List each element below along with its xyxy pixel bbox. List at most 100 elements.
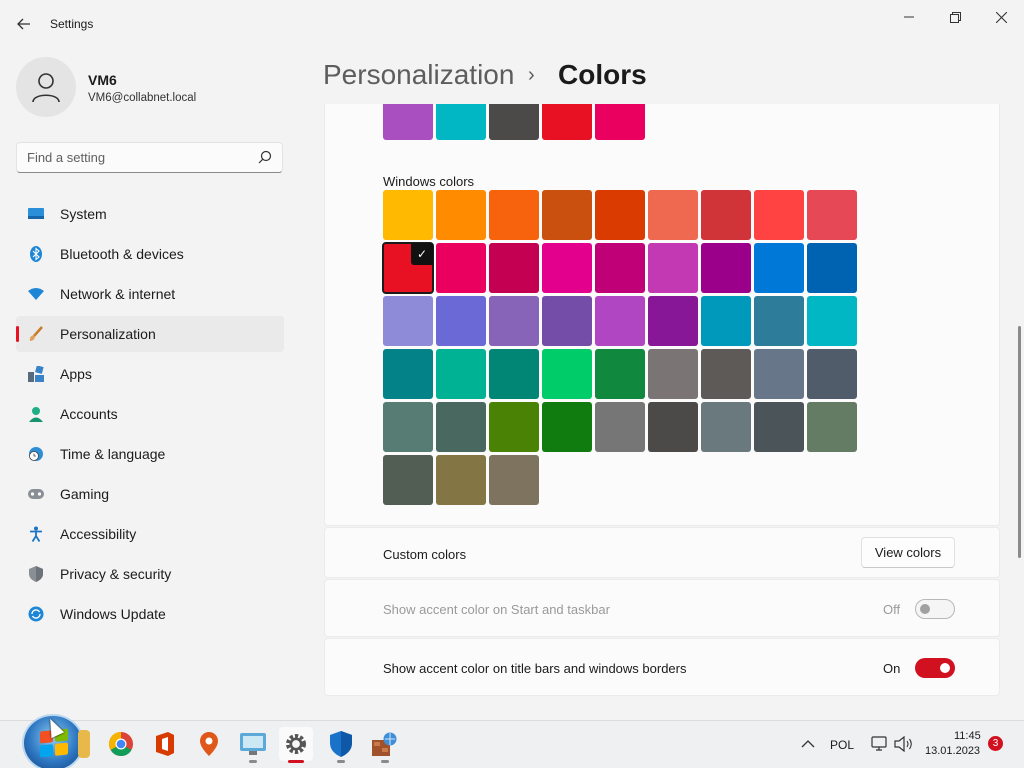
color-swatch-selected[interactable]: ✓ [382, 242, 434, 294]
color-swatch[interactable] [489, 402, 539, 452]
color-swatch[interactable] [489, 190, 539, 240]
recent-color-swatch[interactable] [383, 104, 433, 140]
monitor-icon [28, 206, 44, 222]
color-swatch[interactable] [595, 349, 645, 399]
color-swatch[interactable] [436, 190, 486, 240]
color-swatch[interactable] [383, 190, 433, 240]
minimize-button[interactable] [886, 6, 932, 28]
color-swatch[interactable] [807, 402, 857, 452]
color-swatch[interactable] [595, 190, 645, 240]
color-swatch[interactable] [648, 349, 698, 399]
color-swatch[interactable] [701, 349, 751, 399]
sidebar-item-time-language[interactable]: Time & language [16, 436, 284, 472]
recent-color-swatch[interactable] [595, 104, 645, 140]
view-colors-button[interactable]: View colors [861, 537, 955, 568]
color-swatch[interactable] [648, 296, 698, 346]
custom-colors-label: Custom colors [383, 547, 467, 562]
color-swatch[interactable] [595, 402, 645, 452]
back-button[interactable] [10, 12, 38, 36]
color-swatch[interactable] [648, 243, 698, 293]
sidebar-item-apps[interactable]: Apps [16, 356, 284, 392]
sidebar-item-label: Time & language [60, 446, 166, 462]
volume-icon[interactable] [890, 730, 918, 758]
color-swatch[interactable] [701, 190, 751, 240]
color-swatch[interactable] [754, 243, 804, 293]
person-icon [32, 73, 60, 103]
language-indicator[interactable]: POL [830, 738, 854, 752]
scrollbar[interactable] [1018, 326, 1021, 558]
defender-shield-icon[interactable] [327, 730, 355, 758]
sidebar-nav: System Bluetooth & devices Network & int… [16, 196, 284, 636]
color-swatch[interactable] [701, 296, 751, 346]
sidebar-item-accessibility[interactable]: Accessibility [16, 516, 284, 552]
color-swatch[interactable] [489, 243, 539, 293]
color-swatch[interactable] [542, 190, 592, 240]
sidebar-item-personalization[interactable]: Personalization [16, 316, 284, 352]
settings-gear-icon[interactable] [279, 727, 313, 761]
color-swatch[interactable] [754, 402, 804, 452]
search-icon[interactable] [258, 150, 272, 164]
color-swatch[interactable] [807, 243, 857, 293]
color-swatch[interactable] [489, 455, 539, 505]
color-swatch[interactable] [595, 243, 645, 293]
color-swatch[interactable] [754, 296, 804, 346]
color-swatch[interactable] [807, 349, 857, 399]
sidebar-item-windows-update[interactable]: Windows Update [16, 596, 284, 632]
restore-button[interactable] [932, 6, 978, 28]
color-swatch[interactable] [542, 296, 592, 346]
color-swatch[interactable] [436, 296, 486, 346]
sidebar-item-gaming[interactable]: Gaming [16, 476, 284, 512]
sidebar-item-system[interactable]: System [16, 196, 284, 232]
recent-color-swatch[interactable] [542, 104, 592, 140]
clock-time[interactable]: 11:45 [954, 730, 981, 742]
color-swatch[interactable] [701, 402, 751, 452]
network-app-icon[interactable] [371, 730, 399, 758]
color-swatch[interactable] [754, 190, 804, 240]
color-swatch[interactable] [807, 296, 857, 346]
color-swatch[interactable] [383, 402, 433, 452]
color-swatch[interactable] [436, 243, 486, 293]
breadcrumb-parent[interactable]: Personalization [323, 59, 514, 91]
sidebar-item-privacy[interactable]: Privacy & security [16, 556, 284, 592]
remote-desktop-icon[interactable] [239, 730, 267, 758]
color-swatch[interactable] [648, 190, 698, 240]
avatar[interactable] [16, 57, 76, 117]
sync-icon [28, 606, 44, 622]
recent-color-swatch[interactable] [436, 104, 486, 140]
sidebar-item-bluetooth[interactable]: Bluetooth & devices [16, 236, 284, 272]
color-swatch[interactable] [383, 296, 433, 346]
color-swatch[interactable] [807, 190, 857, 240]
color-swatch[interactable] [701, 243, 751, 293]
notification-badge[interactable]: 3 [988, 736, 1003, 751]
color-swatch[interactable] [436, 402, 486, 452]
sidebar-item-label: Accessibility [60, 526, 137, 542]
color-swatch[interactable] [436, 349, 486, 399]
color-swatch[interactable] [542, 243, 592, 293]
color-swatch[interactable] [489, 296, 539, 346]
sidebar-item-label: Network & internet [60, 286, 176, 302]
chevron-up-icon[interactable] [794, 730, 822, 758]
accent-title-bars-row: Show accent color on title bars and wind… [324, 638, 1000, 696]
color-swatch[interactable] [383, 455, 433, 505]
sidebar-item-accounts[interactable]: Accounts [16, 396, 284, 432]
apps-icon [28, 366, 44, 382]
search-input[interactable] [17, 143, 247, 172]
recent-color-swatch[interactable] [489, 104, 539, 140]
color-swatch[interactable] [542, 349, 592, 399]
color-swatch[interactable] [383, 349, 433, 399]
color-swatch[interactable] [542, 402, 592, 452]
folder-icon[interactable] [78, 730, 90, 758]
map-pin-icon[interactable] [195, 730, 223, 758]
close-button[interactable] [978, 6, 1024, 28]
accent-start-taskbar-toggle[interactable] [915, 599, 955, 619]
color-swatch[interactable] [648, 402, 698, 452]
color-swatch[interactable] [754, 349, 804, 399]
chrome-icon[interactable] [107, 730, 135, 758]
color-swatch[interactable] [436, 455, 486, 505]
office-icon[interactable] [151, 730, 179, 758]
sidebar-item-network[interactable]: Network & internet [16, 276, 284, 312]
color-swatch[interactable] [489, 349, 539, 399]
clock-date[interactable]: 13.01.2023 [925, 745, 980, 757]
accent-title-bars-toggle[interactable] [915, 658, 955, 678]
color-swatch[interactable] [595, 296, 645, 346]
